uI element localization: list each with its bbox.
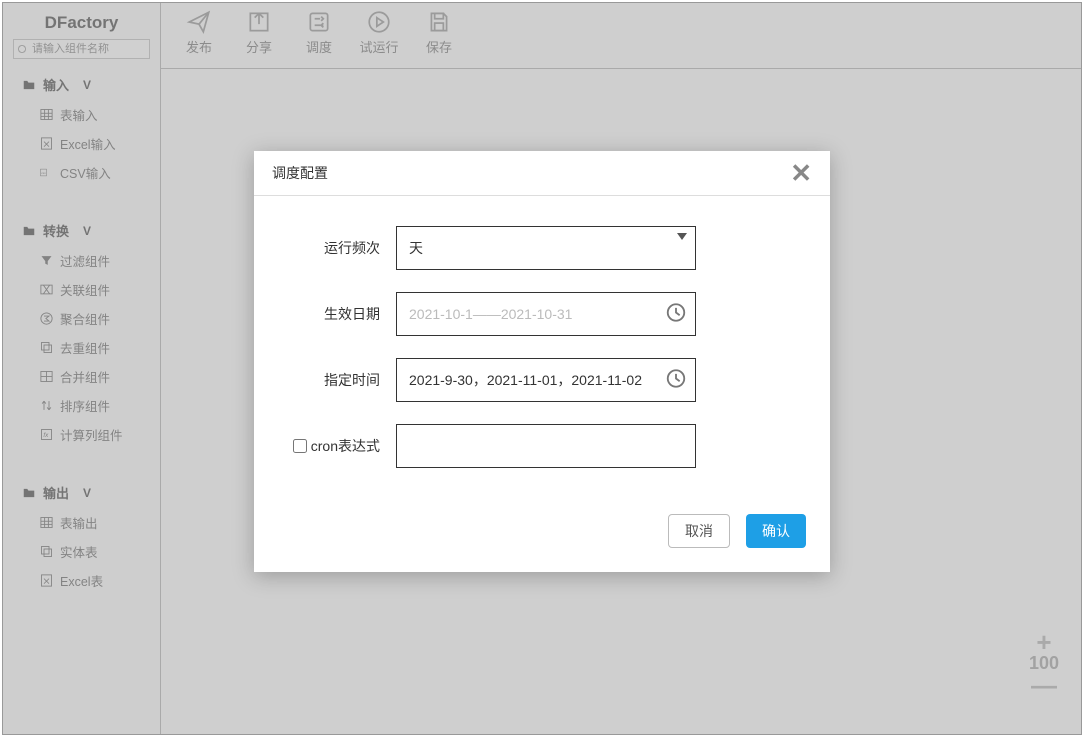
- confirm-button[interactable]: 确认: [746, 514, 806, 548]
- schedule-modal: 调度配置 ✕ 运行频次 天 生效日期 2021-10-1——2021-10-31: [254, 151, 830, 572]
- cron-label: cron表达式: [311, 436, 380, 456]
- close-icon[interactable]: ✕: [790, 164, 812, 182]
- specify-time-value: 2021-9-30，2021-11-01，2021-11-02: [409, 370, 642, 390]
- effective-date-input[interactable]: 2021-10-1——2021-10-31: [396, 292, 696, 336]
- effective-date-placeholder: 2021-10-1——2021-10-31: [409, 306, 572, 322]
- frequency-value: 天: [409, 238, 423, 258]
- effective-date-label: 生效日期: [286, 304, 396, 324]
- frequency-select[interactable]: 天: [396, 226, 696, 270]
- dropdown-icon: [677, 240, 687, 256]
- cancel-button[interactable]: 取消: [668, 514, 730, 548]
- clock-icon: [665, 302, 687, 327]
- specify-time-input[interactable]: 2021-9-30，2021-11-01，2021-11-02: [396, 358, 696, 402]
- frequency-label: 运行频次: [286, 238, 396, 258]
- cron-label-wrap: cron表达式: [286, 436, 396, 456]
- specify-time-label: 指定时间: [286, 370, 396, 390]
- cron-checkbox[interactable]: [293, 439, 307, 453]
- cron-input[interactable]: [396, 424, 696, 468]
- clock-icon: [665, 368, 687, 393]
- modal-title: 调度配置: [272, 163, 328, 183]
- modal-overlay: 调度配置 ✕ 运行频次 天 生效日期 2021-10-1——2021-10-31: [3, 3, 1081, 734]
